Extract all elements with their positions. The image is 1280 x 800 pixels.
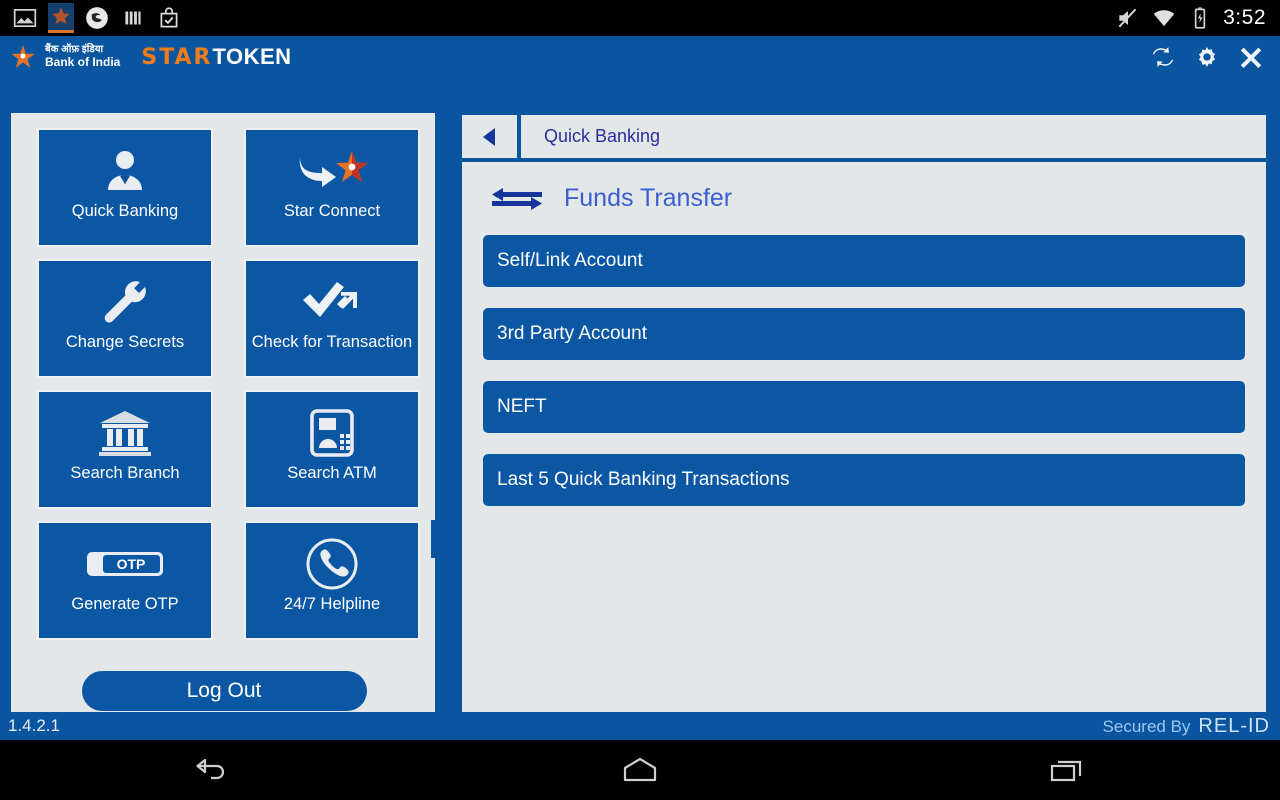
android-back-icon xyxy=(196,758,225,780)
atm-machine-icon xyxy=(306,404,358,462)
brand-block: बैंक ऑफ़ इंडिया Bank of India STARTOKEN xyxy=(0,42,292,72)
star-token-app-icon xyxy=(48,3,74,33)
funds-transfer-arrows-icon xyxy=(492,187,542,210)
close-icon[interactable] xyxy=(1238,44,1264,70)
mute-icon xyxy=(1115,5,1141,31)
android-home-icon xyxy=(623,757,657,782)
section-header: Funds Transfer xyxy=(462,162,1266,213)
app-body: Quick Banking Star Connect Change Secret… xyxy=(0,78,1280,784)
checklist-icon xyxy=(156,5,182,31)
sidebar-item-star-connect[interactable]: Star Connect xyxy=(244,128,420,247)
phone-circle-icon xyxy=(305,535,359,593)
funds-transfer-menu: Self/Link Account 3rd Party Account NEFT… xyxy=(462,213,1266,506)
android-status-bar: 3:52 xyxy=(0,0,1280,36)
menu-item-3rd-party-account[interactable]: 3rd Party Account xyxy=(483,308,1245,360)
sync-icon[interactable] xyxy=(1150,44,1176,70)
app-version: 1.4.2.1 xyxy=(8,716,60,735)
gallery-icon xyxy=(12,5,38,31)
sidebar-item-generate-otp[interactable]: OTP Generate OTP xyxy=(37,521,213,640)
menu-item-self-link-account[interactable]: Self/Link Account xyxy=(483,235,1245,287)
sidebar-item-label: Change Secrets xyxy=(65,333,185,351)
wifi-icon xyxy=(1151,5,1177,31)
product-name: STARTOKEN xyxy=(141,44,291,70)
sidebar-item-check-for-transaction[interactable]: Check for Transaction xyxy=(244,259,420,378)
screen-root: 3:52 बैंक ऑफ़ इंडिया Bank of India START… xyxy=(0,0,1280,800)
bars-icon xyxy=(120,5,146,31)
product-name-star: STAR xyxy=(141,45,213,70)
app-footer: 1.4.2.1 Secured By REL-ID xyxy=(0,712,1280,740)
svg-text:OTP: OTP xyxy=(117,556,146,572)
battery-charging-icon xyxy=(1187,5,1213,31)
android-navigation-bar xyxy=(0,740,1280,800)
secured-by-block: Secured By REL-ID xyxy=(1103,715,1280,738)
sidebar-item-helpline[interactable]: 24/7 Helpline xyxy=(244,521,420,640)
status-bar-notification-icons xyxy=(0,3,182,33)
sidebar-item-search-branch[interactable]: Search Branch xyxy=(37,390,213,509)
app-header-actions xyxy=(1150,44,1280,70)
sidebar-item-label: Check for Transaction xyxy=(251,333,413,351)
android-back-button[interactable] xyxy=(168,746,258,794)
sidebar-item-label: Generate OTP xyxy=(71,595,179,613)
logout-container: Log Out xyxy=(11,671,437,711)
sidebar-item-label: 24/7 Helpline xyxy=(283,595,381,613)
gear-icon[interactable] xyxy=(1194,44,1220,70)
sidebar-item-label: Quick Banking xyxy=(71,202,179,220)
brand-name: बैंक ऑफ़ इंडिया Bank of India xyxy=(45,45,120,68)
android-recents-button[interactable] xyxy=(1022,746,1112,794)
secured-by-label: Secured By xyxy=(1102,716,1191,736)
back-button[interactable] xyxy=(462,115,521,158)
breadcrumb: Quick Banking xyxy=(544,126,661,146)
arrow-to-star-icon xyxy=(294,142,370,200)
sidebar-item-label: Star Connect xyxy=(283,202,381,220)
scrollbar-thumb[interactable] xyxy=(431,520,440,558)
content-panel: Quick Banking Funds Transfer Self/Link A… xyxy=(459,112,1269,784)
app-window: बैंक ऑफ़ इंडिया Bank of India STARTOKEN xyxy=(0,36,1280,784)
otp-toggle-icon: OTP xyxy=(85,535,165,593)
wrench-icon xyxy=(96,273,154,331)
sidebar-item-label: Search Branch xyxy=(70,464,180,482)
bank-building-icon xyxy=(96,404,154,462)
user-avatar-icon xyxy=(99,142,151,200)
sidebar-item-search-atm[interactable]: Search ATM xyxy=(244,390,420,509)
sidebar-panel: Quick Banking Star Connect Change Secret… xyxy=(10,112,436,784)
menu-item-last-5-transactions[interactable]: Last 5 Quick Banking Transactions xyxy=(483,454,1245,506)
panel-divider xyxy=(440,112,454,784)
sidebar-item-quick-banking[interactable]: Quick Banking xyxy=(37,128,213,247)
menu-item-neft[interactable]: NEFT xyxy=(483,381,1245,433)
product-name-token: TOKEN xyxy=(212,44,292,69)
sidebar-item-label: Search ATM xyxy=(287,464,377,482)
sidebar-item-change-secrets[interactable]: Change Secrets xyxy=(37,259,213,378)
android-home-button[interactable] xyxy=(595,746,685,794)
check-arrow-icon xyxy=(299,273,365,331)
brand-name-english: Bank of India xyxy=(45,54,121,69)
status-bar-clock: 3:52 xyxy=(1223,6,1266,29)
app-icon xyxy=(84,5,110,31)
section-title: Funds Transfer xyxy=(564,184,733,212)
bank-of-india-star-logo-icon xyxy=(11,44,35,68)
status-bar-system-icons: 3:52 xyxy=(1115,5,1280,31)
logout-button[interactable]: Log Out xyxy=(81,671,367,711)
relid-brand: REL-ID xyxy=(1198,714,1270,737)
app-header-bar: बैंक ऑफ़ इंडिया Bank of India STARTOKEN xyxy=(0,36,1280,78)
back-arrow-icon xyxy=(482,127,495,146)
android-recents-icon xyxy=(1050,760,1081,782)
sidebar-tile-grid: Quick Banking Star Connect Change Secret… xyxy=(37,128,420,640)
breadcrumb-bar: Quick Banking xyxy=(462,115,1266,162)
